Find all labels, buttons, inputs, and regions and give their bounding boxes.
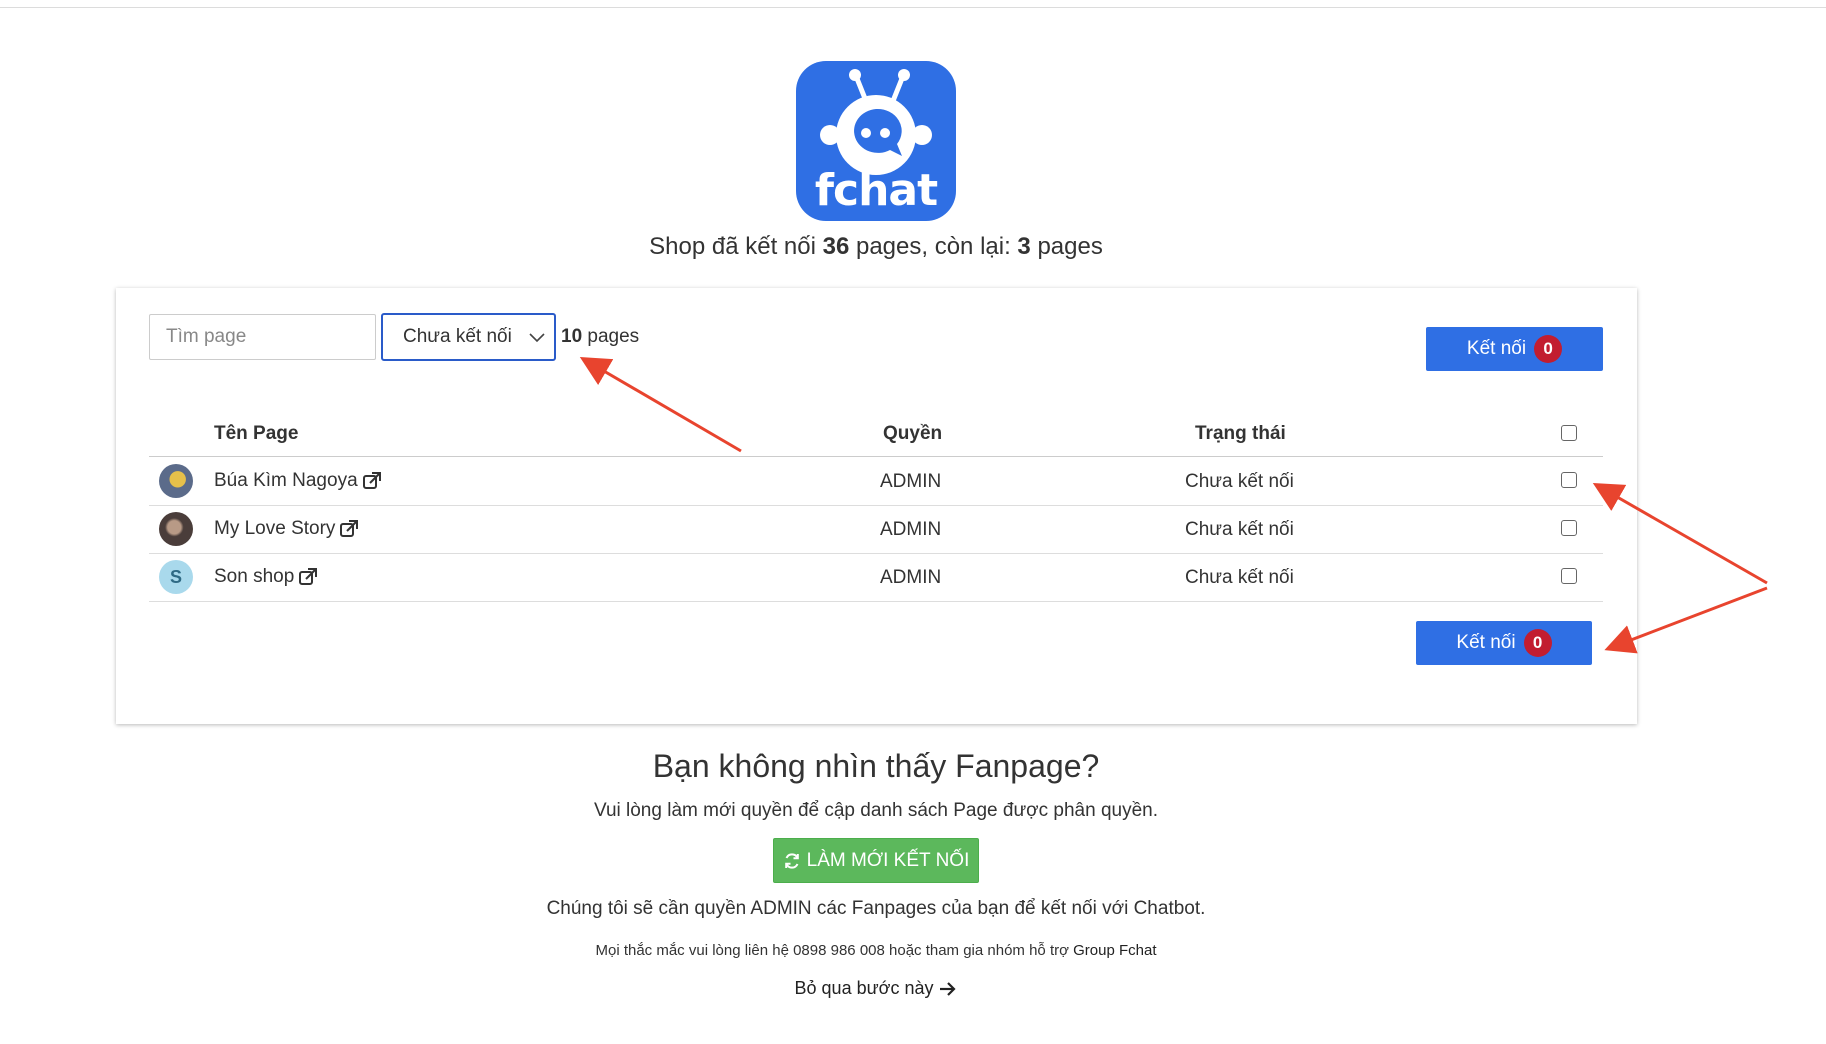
- remaining-count: 3: [1017, 233, 1031, 260]
- page-name-link[interactable]: My Love Story: [214, 518, 335, 540]
- page-role: ADMIN: [880, 471, 942, 492]
- arrow-right-icon: [940, 981, 957, 996]
- page-avatar: [159, 512, 193, 546]
- page-name: Búa Kìm Nagoya: [214, 470, 382, 492]
- logo-wordmark: fchat: [814, 165, 938, 216]
- skip-step-link[interactable]: Bỏ qua bước này: [0, 978, 1752, 999]
- page-name: My Love Story: [214, 518, 359, 540]
- row-divider: [149, 601, 1603, 602]
- page-avatar: S: [159, 560, 193, 594]
- row-checkbox[interactable]: [1561, 520, 1577, 536]
- column-header-name: Tên Page: [214, 423, 299, 444]
- header-divider: [149, 456, 1603, 457]
- page-name-link[interactable]: Búa Kìm Nagoya: [214, 470, 358, 492]
- skip-step-label: Bỏ qua bước này: [794, 978, 934, 998]
- search-input[interactable]: [149, 314, 376, 360]
- page-status: Chưa kết nối: [1185, 519, 1294, 540]
- selected-count-badge: 0: [1534, 335, 1563, 363]
- row-divider: [149, 505, 1603, 506]
- row-checkbox[interactable]: [1561, 472, 1577, 488]
- fchat-logo: fchat: [796, 61, 956, 221]
- connect-button-label: Kết nối: [1466, 338, 1527, 359]
- connect-button-top[interactable]: Kết nối 0: [1426, 327, 1603, 371]
- column-header-role: Quyền: [883, 423, 943, 444]
- top-divider: [0, 7, 1826, 8]
- support-group-link[interactable]: Group Fchat: [1073, 942, 1156, 959]
- page-name: Son shop: [214, 566, 318, 588]
- page-name-link[interactable]: Son shop: [214, 566, 294, 588]
- row-divider: [149, 553, 1603, 554]
- external-link-icon[interactable]: [362, 471, 382, 491]
- page-role: ADMIN: [880, 519, 942, 540]
- select-all-checkbox[interactable]: [1561, 425, 1577, 441]
- connect-button-bottom[interactable]: Kết nối 0: [1416, 621, 1592, 665]
- column-header-status: Trạng thái: [1195, 423, 1286, 444]
- connected-count: 36: [822, 233, 850, 260]
- row-checkbox[interactable]: [1561, 568, 1577, 584]
- refresh-connection-label: LÀM MỚI KẾT NỐI: [806, 849, 970, 871]
- external-link-icon[interactable]: [339, 519, 359, 539]
- refresh-instruction: Vui lòng làm mới quyền để cập danh sách …: [593, 800, 1159, 821]
- page-status: Chưa kết nối: [1185, 471, 1294, 492]
- page-role: ADMIN: [880, 567, 942, 588]
- status-filter-value: Chưa kết nối: [403, 326, 512, 347]
- status-filter-select[interactable]: Chưa kết nối: [381, 313, 556, 361]
- missing-fanpage-title: Bạn không nhìn thấy Fanpage?: [652, 748, 1100, 784]
- external-link-icon[interactable]: [298, 567, 318, 587]
- page-avatar: [159, 464, 193, 498]
- selected-count-badge: 0: [1523, 629, 1552, 657]
- refresh-connection-button[interactable]: LÀM MỚI KẾT NỐI: [773, 838, 979, 883]
- connect-button-label: Kết nối: [1456, 632, 1516, 653]
- admin-permission-note: Chúng tôi sẽ cần quyền ADMIN các Fanpage…: [546, 898, 1206, 919]
- connection-summary: Shop đã kết nối 36 pages, còn lại: 3 pag…: [649, 233, 1103, 260]
- support-contact: Mọi thắc mắc vui lòng liên hệ 0898 986 0…: [595, 942, 1157, 959]
- chevron-down-icon: [529, 333, 545, 343]
- page-count: 10 pages: [561, 326, 640, 347]
- page-status: Chưa kết nối: [1185, 567, 1294, 588]
- refresh-icon: [784, 852, 799, 869]
